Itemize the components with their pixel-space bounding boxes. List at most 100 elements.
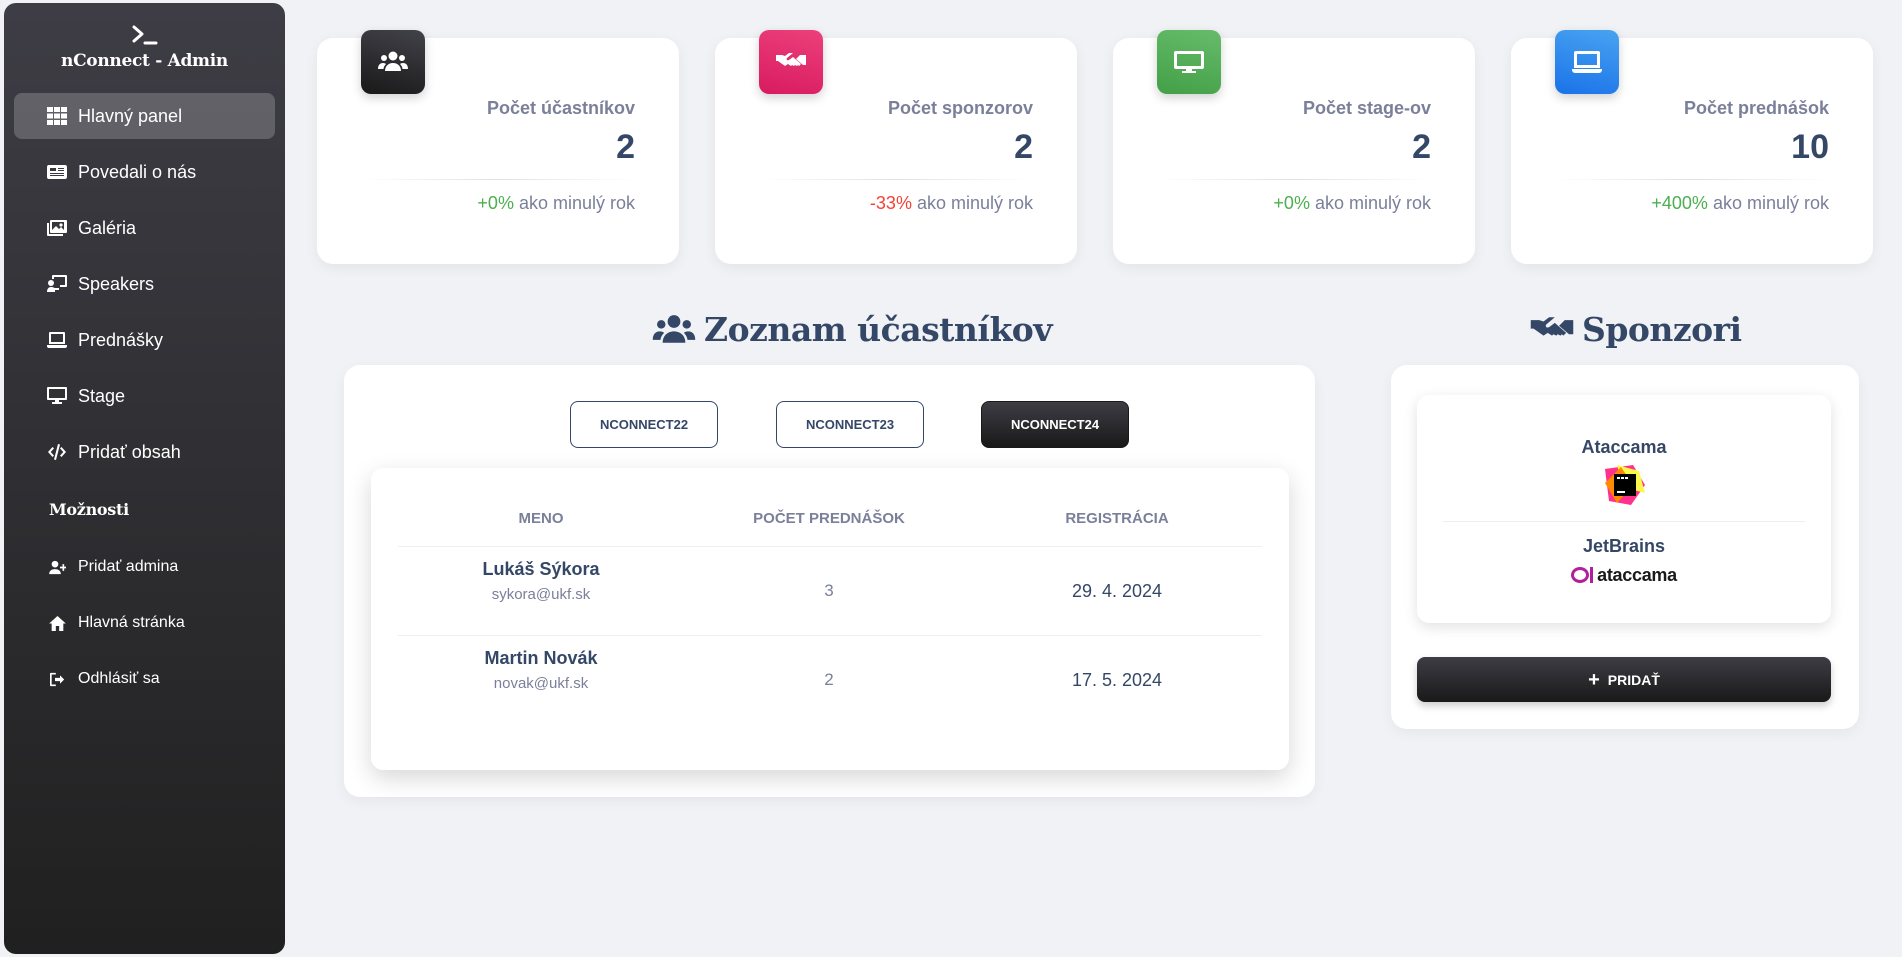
sidebar-item-prednasky[interactable]: Prednášky [14, 317, 275, 363]
brand[interactable]: nConnect - Admin [4, 3, 285, 93]
home-icon [46, 613, 68, 633]
user-plus-icon [46, 557, 68, 577]
participants-table: Meno Počet prednášok Registrácia Lukáš S… [371, 468, 1289, 770]
add-sponsor-label: PRIDAŤ [1607, 671, 1660, 688]
participants-title: Zoznam účastníkov [652, 310, 1053, 349]
sidebar-item-hlavna-stranka[interactable]: Hlavná stránka [14, 601, 275, 645]
participant-registered: 29. 4. 2024 [1071, 581, 1163, 601]
sidebar-item-hlavny-panel[interactable]: Hlavný panel [14, 93, 275, 139]
sidebar-nav: Hlavný panel Povedali o nás Galéria Spea… [4, 93, 285, 475]
divider [1157, 179, 1431, 180]
stat-change: +0% ako minulý rok [1273, 193, 1431, 214]
ataccama-logo-bar [1590, 567, 1594, 583]
stat-card-sponsors: Počet sponzorov 2 -33% ako minulý rok [715, 30, 1077, 264]
desktop-icon [46, 386, 68, 406]
sidebar: nConnect - Admin Hlavný panel Povedali o… [4, 3, 285, 954]
stat-label: Počet prednášok [1683, 98, 1829, 118]
add-sponsor-button[interactable]: + PRIDAŤ [1417, 657, 1831, 702]
stat-value: 2 [1412, 128, 1431, 166]
participant-talks: 3 [824, 581, 834, 600]
images-icon [46, 218, 68, 238]
sidebar-item-speakers[interactable]: Speakers [14, 261, 275, 307]
stat-change-percent: -33% [869, 193, 912, 213]
jetbrains-logo [1605, 465, 1645, 505]
sidebar-section-moznosti: Možnosti [49, 499, 129, 519]
stat-change-percent: +0% [1273, 193, 1310, 213]
participants-panel: NCONNECT22 NCONNECT23 NCONNECT24 Meno Po… [344, 365, 1315, 797]
code-icon [46, 442, 68, 462]
grid-icon [46, 106, 68, 126]
stat-change-suffix: ako minulý rok [1707, 193, 1829, 213]
stat-label: Počet sponzorov [887, 98, 1033, 118]
stat-change: +0% ako minulý rok [477, 193, 635, 214]
column-header-pocet-prednasok[interactable]: Počet prednášok [753, 510, 905, 527]
stat-card-stages: Počet stage-ov 2 +0% ako minulý rok [1113, 30, 1475, 264]
sidebar-item-stage[interactable]: Stage [14, 373, 275, 419]
table-header: Meno Počet prednášok Registrácia [398, 510, 1262, 546]
divider [759, 179, 1033, 180]
sign-out-icon [46, 669, 68, 689]
participant-name: Martin Novák [484, 648, 598, 668]
sponsors-title: Sponzori [1530, 310, 1742, 349]
sidebar-item-label: Pridať obsah [78, 441, 181, 462]
ataccama-logo: ataccama [1417, 565, 1831, 586]
divider [361, 179, 635, 180]
handshake-icon [759, 30, 823, 94]
stat-value: 10 [1791, 128, 1829, 166]
stat-value: 2 [1014, 128, 1033, 166]
sidebar-item-label: Hlavná stránka [78, 614, 185, 631]
sidebar-item-label: Povedali o nás [78, 161, 197, 182]
sponsor-name: JetBrains [1582, 536, 1666, 556]
brand-title: nConnect - Admin [61, 51, 228, 71]
ataccama-logo-mark [1571, 567, 1590, 583]
chalkboard-user-icon [46, 274, 68, 294]
stat-change-percent: +400% [1651, 193, 1708, 213]
sidebar-item-label: Galéria [78, 217, 137, 238]
divider [1443, 521, 1805, 522]
stat-card-talks: Počet prednášok 10 +400% ako minulý rok [1511, 30, 1873, 264]
stat-label: Počet účastníkov [486, 98, 635, 118]
stat-label: Počet stage-ov [1302, 98, 1431, 118]
table-row[interactable]: Martin Novák novak@ukf.sk 2 17. 5. 2024 [398, 635, 1262, 724]
terminal-icon [132, 25, 157, 45]
stat-value: 2 [616, 128, 635, 166]
sidebar-item-povedali-o-nas[interactable]: Povedali o nás [14, 149, 275, 195]
participant-email: novak@ukf.sk [493, 675, 589, 692]
table-row[interactable]: Lukáš Sýkora sykora@ukf.sk 3 29. 4. 2024 [398, 546, 1262, 635]
sidebar-item-label: Speakers [78, 273, 155, 294]
newspaper-icon [46, 162, 68, 182]
sidebar-item-pridat-admina[interactable]: Pridať admina [14, 545, 275, 589]
stat-card-participants: Počet účastníkov 2 +0% ako minulý rok [317, 30, 679, 264]
participants-title-text: Zoznam účastníkov [704, 310, 1053, 349]
stat-change-suffix: ako minulý rok [911, 193, 1033, 213]
handshake-icon [1530, 316, 1574, 336]
column-header-registracia[interactable]: Registrácia [1065, 510, 1168, 527]
users-icon [361, 30, 425, 94]
sidebar-item-pridat-obsah[interactable]: Pridať obsah [14, 429, 275, 475]
sidebar-options: Pridať admina Hlavná stránka Odhlásiť sa [4, 545, 285, 701]
users-icon [652, 314, 696, 343]
sidebar-item-odhlasit-sa[interactable]: Odhlásiť sa [14, 657, 275, 701]
sidebar-item-label: Stage [78, 385, 126, 406]
laptop-icon [1555, 30, 1619, 94]
desktop-icon [1157, 30, 1221, 94]
column-header-meno[interactable]: Meno [519, 510, 564, 527]
sponsors-list: Ataccama JetBrains ataccama [1417, 395, 1831, 623]
participant-cell: Lukáš Sýkora sykora@ukf.sk [482, 559, 599, 603]
sponsors-title-text: Sponzori [1582, 310, 1742, 349]
ataccama-logo-text: ataccama [1597, 565, 1677, 585]
tab-nconnect24[interactable]: NCONNECT24 [981, 401, 1129, 448]
sidebar-item-label: Pridať admina [78, 558, 179, 575]
tab-nconnect22[interactable]: NCONNECT22 [570, 401, 718, 448]
tab-nconnect23[interactable]: NCONNECT23 [776, 401, 924, 448]
participant-email: sykora@ukf.sk [491, 586, 591, 603]
laptop-icon [46, 330, 68, 350]
participant-registered: 17. 5. 2024 [1071, 670, 1163, 690]
participant-talks: 2 [824, 670, 834, 689]
sidebar-item-galeria[interactable]: Galéria [14, 205, 275, 251]
plus-icon: + [1588, 668, 1600, 691]
sponsor-name: Ataccama [1581, 437, 1667, 457]
divider [1555, 179, 1829, 180]
participant-cell: Martin Novák novak@ukf.sk [484, 648, 597, 692]
sponsors-panel: Ataccama JetBrains ataccama + PRIDAŤ [1391, 365, 1859, 729]
